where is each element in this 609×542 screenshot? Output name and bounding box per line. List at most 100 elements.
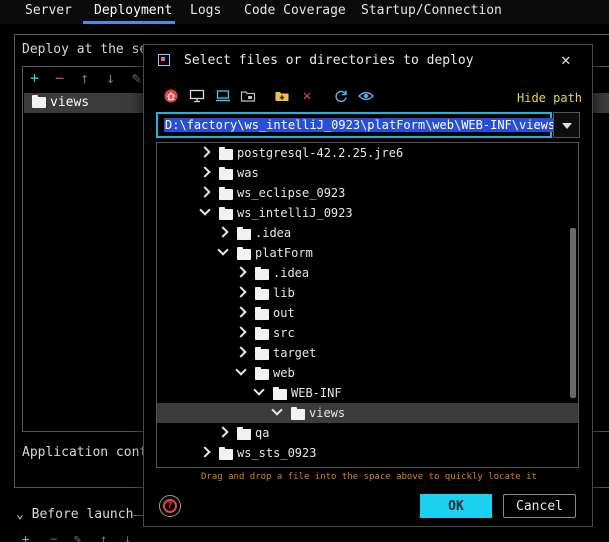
- chevron-right-icon[interactable]: [199, 446, 211, 458]
- deploy-section-label: Deploy at the ser: [22, 42, 156, 57]
- app-logo-icon: [158, 54, 170, 66]
- cancel-button[interactable]: Cancel: [503, 494, 576, 518]
- tree-row[interactable]: target: [157, 343, 578, 363]
- hide-path-link[interactable]: Hide path: [517, 91, 582, 105]
- tree-row[interactable]: ws_eclipse_0923: [157, 183, 578, 203]
- tree-row-label: target: [273, 346, 317, 360]
- tree-row-label: ws_sts_0923: [237, 446, 317, 460]
- chevron-down-icon[interactable]: [235, 366, 247, 378]
- tree-row[interactable]: lib: [157, 283, 578, 303]
- tree-row[interactable]: ws_intelliJ_0923: [157, 203, 578, 223]
- tree-row-label: src: [273, 326, 295, 340]
- drag-drop-hint: Drag and drop a file into the space abov…: [201, 472, 537, 482]
- dialog-toolbar: ✕: [162, 87, 392, 109]
- folder-icon: [291, 407, 305, 420]
- folder-icon: [255, 287, 269, 300]
- tree-row[interactable]: postgresql-42.2.25.jre6: [157, 143, 578, 163]
- move-up-icon[interactable]: ↑: [100, 532, 107, 542]
- folder-icon: [237, 227, 251, 240]
- edit-icon[interactable]: ✎: [74, 532, 81, 542]
- chevron-down-icon[interactable]: [271, 406, 283, 418]
- delete-icon[interactable]: ✕: [298, 87, 316, 105]
- folder-icon: [237, 427, 251, 440]
- deployment-item-label: views: [50, 95, 90, 110]
- before-launch-toolbar: + − ✎ ↑ ↓: [22, 532, 162, 542]
- tree-row[interactable]: .idea: [157, 223, 578, 243]
- computer-icon[interactable]: [214, 87, 232, 105]
- ok-button[interactable]: OK: [420, 494, 492, 518]
- remove-icon[interactable]: −: [55, 71, 64, 86]
- tree-row[interactable]: src: [157, 323, 578, 343]
- add-icon[interactable]: +: [30, 71, 39, 86]
- chevron-right-icon[interactable]: [235, 286, 247, 298]
- chevron-right-icon[interactable]: [199, 146, 211, 158]
- path-input[interactable]: D:\factory\ws_intelliJ_0923\platForm\web…: [156, 112, 557, 138]
- file-tree: postgresql-42.2.25.jre6 was ws_eclipse_0…: [156, 142, 579, 468]
- tree-scrollbar[interactable]: [570, 228, 576, 398]
- tree-row-selected[interactable]: views: [157, 403, 578, 423]
- tab-logs[interactable]: Logs: [190, 3, 221, 18]
- add-icon[interactable]: +: [22, 532, 29, 542]
- tree-row-label: was: [237, 166, 259, 180]
- tree-row[interactable]: platForm: [157, 243, 578, 263]
- chevron-down-icon[interactable]: [217, 246, 229, 258]
- chevron-right-icon[interactable]: [235, 326, 247, 338]
- help-icon: ?: [163, 499, 177, 513]
- chevron-right-icon[interactable]: [199, 186, 211, 198]
- tree-row[interactable]: qa: [157, 423, 578, 443]
- module-icon[interactable]: [239, 87, 257, 105]
- refresh-icon[interactable]: [332, 87, 350, 105]
- select-files-dialog: Select files or directories to deploy ✕ …: [143, 44, 593, 527]
- chevron-right-icon[interactable]: [235, 266, 247, 278]
- folder-icon: [219, 167, 233, 180]
- deployment-list-toolbar: + − ↑ ↓ ✎: [22, 66, 152, 92]
- new-folder-icon[interactable]: [273, 87, 291, 105]
- chevron-down-icon[interactable]: [199, 206, 211, 218]
- path-history-dropdown[interactable]: [553, 112, 580, 138]
- application-context-label: Application conte: [22, 445, 156, 460]
- tree-row[interactable]: WEB-INF: [157, 383, 578, 403]
- chevron-right-icon[interactable]: [217, 426, 229, 438]
- tree-row[interactable]: was: [157, 163, 578, 183]
- tree-row-label: ws_eclipse_0923: [237, 186, 346, 200]
- chevron-right-icon[interactable]: [199, 166, 211, 178]
- tab-startup-connection[interactable]: Startup/Connection: [361, 3, 502, 18]
- chevron-right-icon[interactable]: [217, 226, 229, 238]
- chevron-right-icon[interactable]: [235, 306, 247, 318]
- move-down-icon[interactable]: ↓: [124, 532, 131, 542]
- folder-icon: [255, 327, 269, 340]
- folder-icon: [219, 187, 233, 200]
- move-down-icon[interactable]: ↓: [106, 71, 115, 86]
- move-up-icon[interactable]: ↑: [80, 71, 89, 86]
- chevron-right-icon[interactable]: [235, 346, 247, 358]
- home-icon[interactable]: [162, 87, 180, 105]
- tree-row[interactable]: .idea: [157, 263, 578, 283]
- desktop-icon[interactable]: [188, 87, 206, 105]
- tree-row-label: WEB-INF: [291, 386, 342, 400]
- tree-row-label: views: [309, 406, 346, 420]
- folder-icon: [255, 307, 269, 320]
- chevron-down-icon[interactable]: [253, 386, 265, 398]
- tree-row[interactable]: out: [157, 303, 578, 323]
- before-launch-label[interactable]: ⌄ Before launch: [16, 507, 133, 522]
- tree-row-label: .idea: [273, 266, 310, 280]
- edit-icon[interactable]: ✎: [132, 71, 141, 86]
- tab-server[interactable]: Server: [25, 3, 72, 18]
- tree-row-label: .idea: [255, 226, 292, 240]
- tab-code-coverage[interactable]: Code Coverage: [244, 3, 346, 18]
- folder-icon: [255, 267, 269, 280]
- folder-icon: [219, 207, 233, 220]
- tab-deployment[interactable]: Deployment: [94, 3, 172, 18]
- path-input-value: D:\factory\ws_intelliJ_0923\platForm\web…: [164, 118, 557, 132]
- remove-icon[interactable]: −: [50, 532, 57, 542]
- tree-row[interactable]: ws_sts_0923: [157, 443, 578, 463]
- tree-row-label: lib: [273, 286, 295, 300]
- help-button[interactable]: ?: [159, 495, 181, 517]
- tree-row[interactable]: web: [157, 363, 578, 383]
- tree-row-label: platForm: [255, 246, 313, 260]
- tree-row-label: postgresql-42.2.25.jre6: [237, 146, 404, 160]
- close-icon[interactable]: ✕: [561, 50, 571, 69]
- show-hidden-icon[interactable]: [357, 87, 375, 105]
- before-launch-text: Before launch: [31, 507, 134, 522]
- folder-icon: [237, 247, 251, 260]
